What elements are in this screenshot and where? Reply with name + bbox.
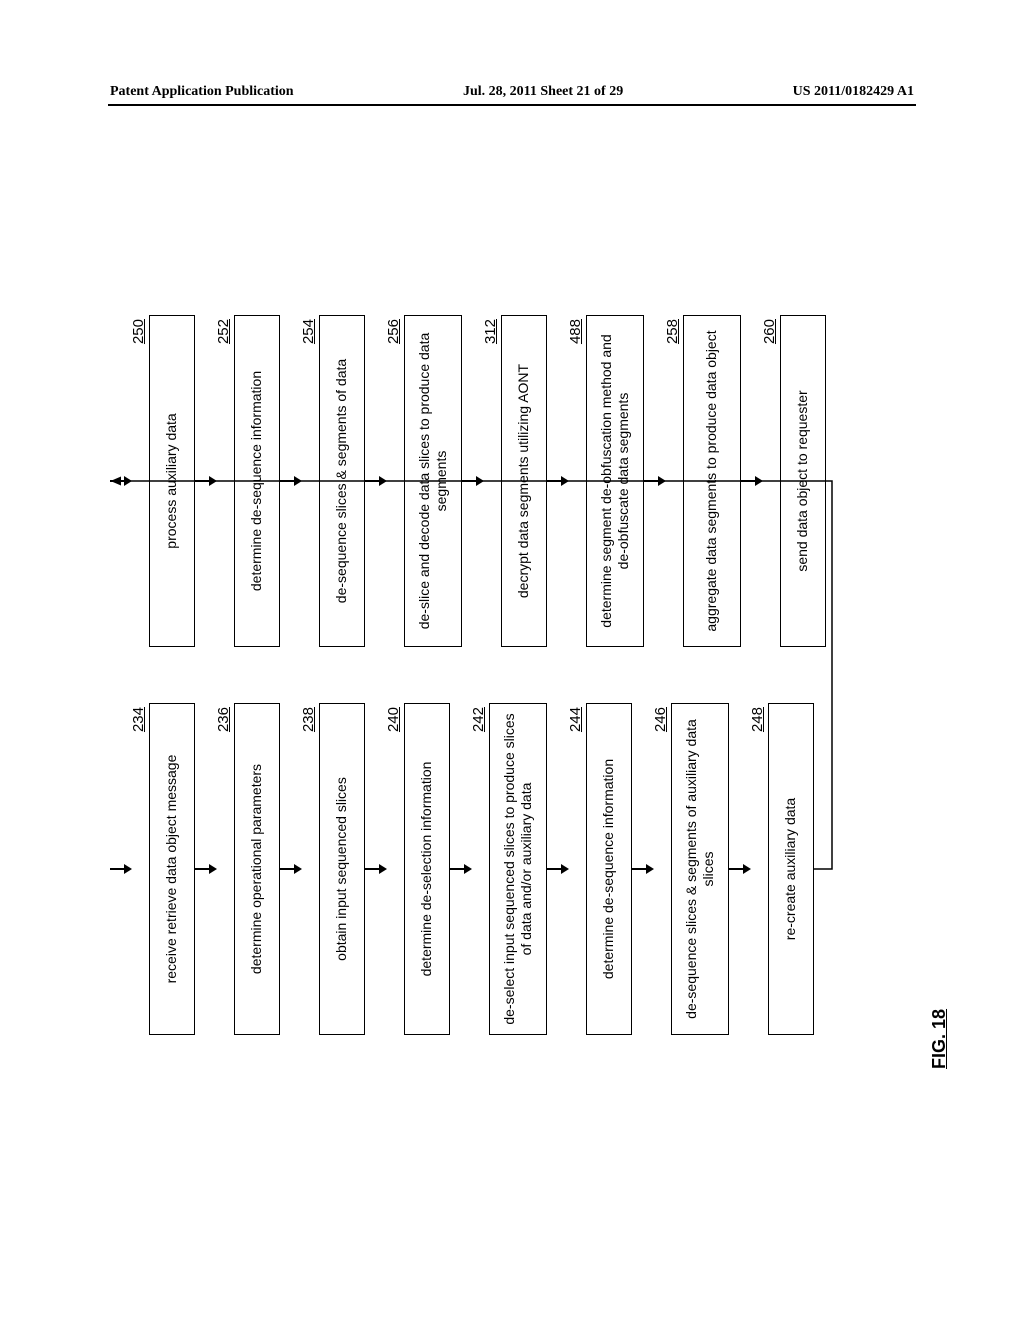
step-box: decrypt data segments utilizing AONT — [501, 315, 547, 647]
flow-step: 240determine de-selection information — [385, 703, 450, 1035]
step-box: aggregate data segments to produce data … — [683, 315, 741, 647]
flow-step: 258aggregate data segments to produce da… — [664, 315, 741, 647]
arrow-down-icon — [280, 315, 302, 647]
flow-step: 246de-sequence slices & segments of auxi… — [652, 703, 729, 1035]
figure-label: FIG. 18 — [929, 1009, 950, 1069]
page-header: Patent Application Publication Jul. 28, … — [110, 84, 914, 100]
step-box: send data object to requester — [780, 315, 826, 647]
step-number: 254 — [300, 319, 317, 344]
step-box: re-create auxiliary data — [768, 703, 814, 1035]
header-rule — [108, 104, 916, 106]
step-number: 312 — [482, 319, 499, 344]
step-number: 240 — [385, 707, 402, 732]
step-number: 252 — [215, 319, 232, 344]
flow-step: 238obtain input sequenced slices — [300, 703, 365, 1035]
flowchart-columns: 234receive retrieve data object message2… — [110, 315, 826, 1035]
flow-step: 488determine segment de-obfuscation meth… — [567, 315, 644, 647]
arrow-down-icon — [195, 703, 217, 1035]
step-box: de-sequence slices & segments of auxilia… — [671, 703, 729, 1035]
flowchart-column-right: 250process auxiliary data 252determine de… — [110, 315, 826, 647]
step-number: 238 — [300, 707, 317, 732]
flow-step: 256de-slice and decode data slices to pr… — [385, 315, 462, 647]
flow-step: 260send data object to requester — [761, 315, 826, 647]
step-number: 234 — [130, 707, 147, 732]
step-number: 242 — [470, 707, 487, 732]
header-center: Jul. 28, 2011 Sheet 21 of 29 — [463, 84, 623, 100]
arrow-down-icon — [110, 703, 132, 1035]
arrow-down-icon — [644, 315, 666, 647]
flow-step: 234receive retrieve data object message — [130, 703, 195, 1035]
step-number: 248 — [749, 707, 766, 732]
step-box: determine de-sequence information — [586, 703, 632, 1035]
flow-step: 244determine de-sequence information — [567, 703, 632, 1035]
step-number: 244 — [567, 707, 584, 732]
arrow-down-icon — [195, 315, 217, 647]
step-box: obtain input sequenced slices — [319, 703, 365, 1035]
flow-step: 236determine operational parameters — [215, 703, 280, 1035]
flowchart: 234receive retrieve data object message2… — [110, 315, 950, 1035]
step-number: 488 — [567, 319, 584, 344]
step-number: 246 — [652, 707, 669, 732]
flow-step: 250process auxiliary data — [130, 315, 195, 647]
flow-step: 242de-select input sequenced slices to p… — [470, 703, 547, 1035]
arrow-down-icon — [547, 703, 569, 1035]
arrow-down-icon — [280, 703, 302, 1035]
arrow-down-icon — [365, 703, 387, 1035]
arrow-down-icon — [365, 315, 387, 647]
step-box: de-sequence slices & segments of data — [319, 315, 365, 647]
flow-step: 312decrypt data segments utilizing AONT — [482, 315, 547, 647]
step-box: determine operational parameters — [234, 703, 280, 1035]
arrow-down-icon — [547, 315, 569, 647]
step-number: 260 — [761, 319, 778, 344]
arrow-down-icon — [741, 315, 763, 647]
flow-step: 252determine de-sequence information — [215, 315, 280, 647]
step-box: determine de-selection information — [404, 703, 450, 1035]
arrow-down-icon — [450, 703, 472, 1035]
flow-step: 254de-sequence slices & segments of data — [300, 315, 365, 647]
arrow-down-icon — [462, 315, 484, 647]
flow-step: 248re-create auxiliary data — [749, 703, 814, 1035]
step-box: receive retrieve data object message — [149, 703, 195, 1035]
step-box: process auxiliary data — [149, 315, 195, 647]
arrow-down-icon — [729, 703, 751, 1035]
step-box: de-select input sequenced slices to prod… — [489, 703, 547, 1035]
step-box: determine de-sequence information — [234, 315, 280, 647]
header-right: US 2011/0182429 A1 — [793, 84, 914, 100]
header-left: Patent Application Publication — [110, 84, 294, 100]
flowchart-column-left: 234receive retrieve data object message2… — [110, 703, 826, 1035]
arrow-down-icon — [632, 703, 654, 1035]
step-box: de-slice and decode data slices to produ… — [404, 315, 462, 647]
arrow-down-icon — [110, 315, 132, 647]
step-number: 236 — [215, 707, 232, 732]
step-box: determine segment de-obfuscation method … — [586, 315, 644, 647]
step-number: 258 — [664, 319, 681, 344]
step-number: 250 — [130, 319, 147, 344]
step-number: 256 — [385, 319, 402, 344]
